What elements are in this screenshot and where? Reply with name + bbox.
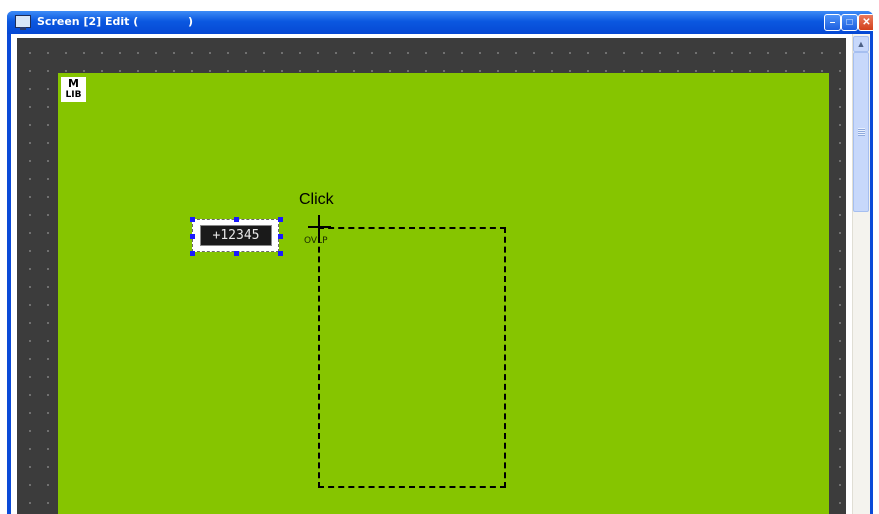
numeric-display-value: +12345 [200,225,272,246]
numeric-display-part[interactable]: +12345 [190,217,283,256]
edit-canvas[interactable]: M LIB +12345 Click OVLP [17,38,846,514]
title-bar[interactable]: Screen [2] Edit ( ) – □ ✕ [7,11,873,34]
window-title: Screen [2] Edit ( ) [37,15,194,28]
screen-area[interactable]: M LIB +12345 Click OVLP [58,73,829,514]
selection-handle-top[interactable] [234,217,239,222]
selection-handle-top-right[interactable] [278,217,283,222]
grip-icon [858,128,865,136]
monitor-icon [15,15,31,30]
selection-handle-left[interactable] [190,234,195,239]
maximize-button[interactable]: □ [841,14,858,31]
screen-edit-window: Screen [2] Edit ( ) – □ ✕ M LIB +12345 C… [7,11,873,514]
selection-handle-right[interactable] [278,234,283,239]
scroll-thumb[interactable] [853,52,869,212]
selection-handle-bottom-left[interactable] [190,251,195,256]
close-button[interactable]: ✕ [858,14,873,31]
scroll-up-arrow-icon[interactable]: ▲ [853,36,869,52]
minimize-button[interactable]: – [824,14,841,31]
lib-logo-lib: LIB [65,90,82,100]
selection-handle-bottom[interactable] [234,251,239,256]
drag-placement-rectangle [318,227,506,488]
click-annotation: Click [299,191,334,208]
vertical-scrollbar[interactable]: ▲ [852,34,870,514]
window-client-area: M LIB +12345 Click OVLP ▲ [11,34,870,514]
lib-logo: M LIB [61,77,86,102]
selection-handle-bottom-right[interactable] [278,251,283,256]
selection-handle-top-left[interactable] [190,217,195,222]
lib-logo-m: M [68,77,79,90]
